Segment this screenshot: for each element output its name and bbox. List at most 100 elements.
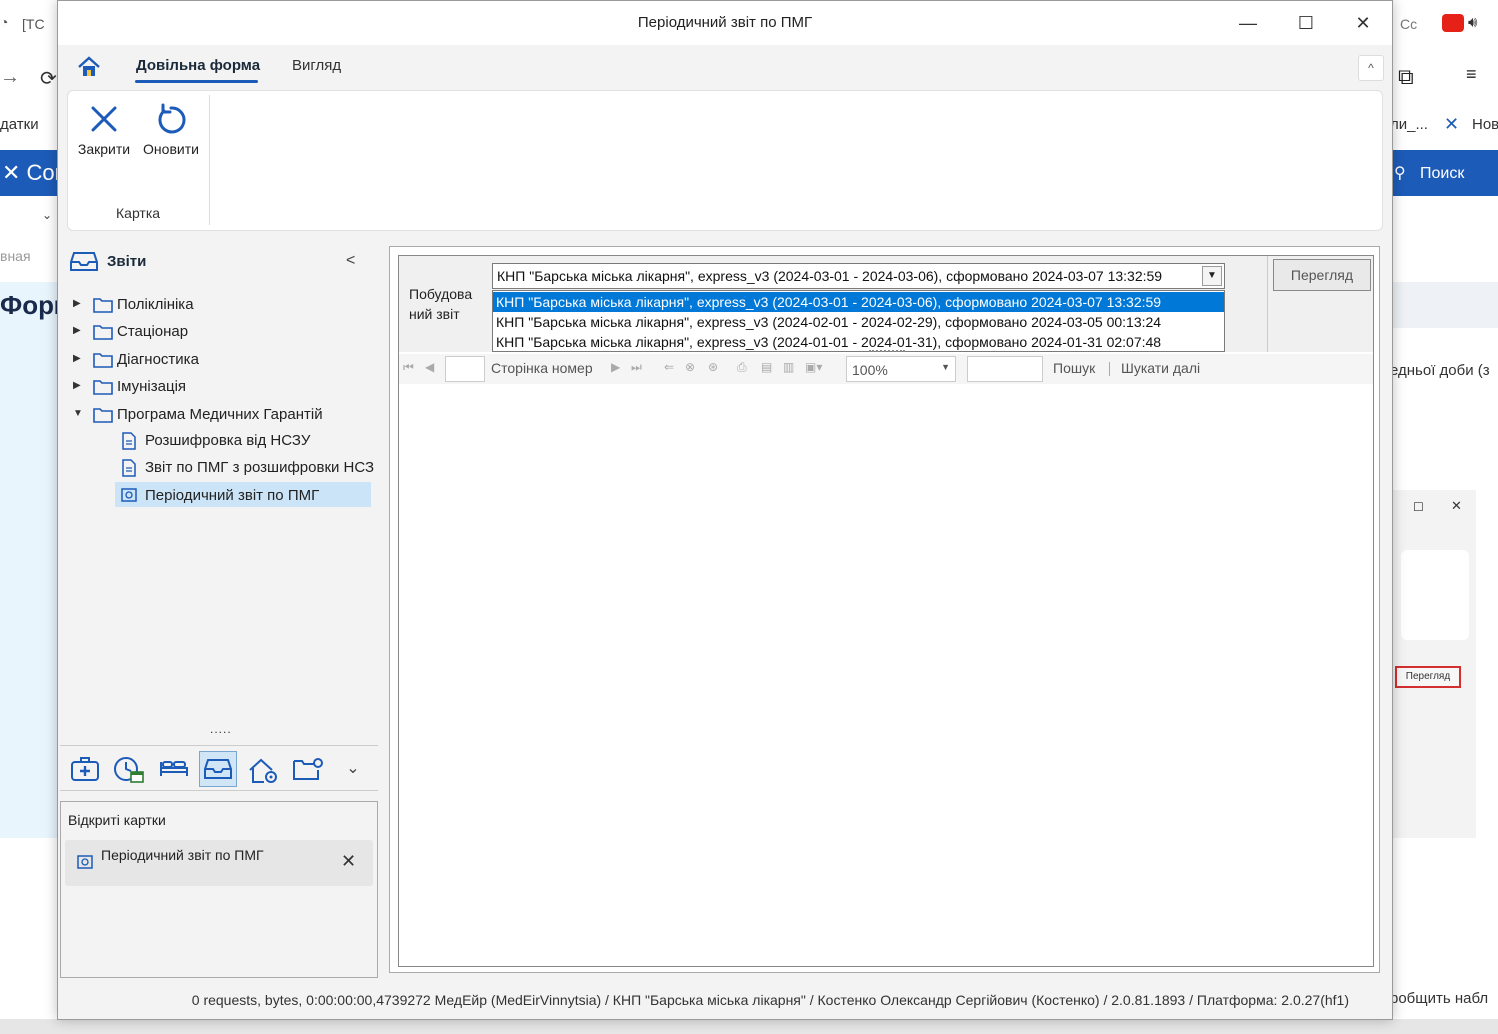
- close-card-button[interactable]: Закрити: [72, 103, 136, 167]
- reports-title: Звіти: [107, 253, 147, 270]
- ribbon-tabs: Довільна форма Вигляд ^: [58, 45, 1392, 89]
- first-page-icon[interactable]: ⏮: [403, 360, 414, 375]
- folder-icon: [93, 325, 113, 340]
- toolbar-divider: [1109, 362, 1110, 376]
- playlist-icon[interactable]: ≡: [1466, 64, 1477, 85]
- status-text: 0 requests, bytes, 0:00:00:00,4739272 Ме…: [191, 992, 1349, 1008]
- module-bar: ⌄: [60, 745, 378, 791]
- chevron-down-icon[interactable]: ⌄: [42, 208, 52, 222]
- browser-tab-title[interactable]: [TC: [22, 16, 45, 32]
- tree-node-label: Поліклініка: [117, 296, 194, 313]
- back-icon[interactable]: ⇐: [664, 360, 674, 374]
- stop-icon[interactable]: ⊗: [685, 360, 695, 374]
- page-number-input[interactable]: [445, 356, 485, 382]
- close-icon: [91, 106, 117, 132]
- view-button[interactable]: Перегляд: [1273, 259, 1371, 291]
- close-card-label: Закрити: [77, 141, 131, 157]
- report-dropdown-list: КНП "Барська міська лікарня", express_v3…: [492, 290, 1225, 352]
- expand-arrow-icon[interactable]: ▶: [73, 353, 83, 364]
- browser-tab-right[interactable]: Cc: [1400, 16, 1417, 32]
- module-home-settings-button[interactable]: [244, 751, 282, 787]
- report-area: Побудова ний звіт КНП "Барська міська лі…: [389, 246, 1380, 973]
- expand-arrow-icon[interactable]: ▶: [73, 298, 83, 309]
- print-icon[interactable]: ⎙: [737, 360, 747, 375]
- bookmark-text-left[interactable]: датки: [0, 116, 39, 133]
- search-button[interactable]: Пошук: [1053, 360, 1095, 376]
- next-page-icon[interactable]: ▶: [611, 360, 620, 374]
- report-window: Періодичний звіт по ПМГ — ☐ ✕ Довільна ф…: [57, 0, 1393, 1020]
- folder-open-icon: [93, 408, 113, 423]
- dropdown-arrow-icon[interactable]: ▼: [1202, 266, 1222, 286]
- reload-icon[interactable]: ⟳: [40, 66, 57, 91]
- dropdown-option[interactable]: КНП "Барська міська лікарня", express_v3…: [493, 332, 1224, 352]
- collapse-arrow-icon[interactable]: ▼: [73, 408, 83, 419]
- expand-arrow-icon[interactable]: ▶: [73, 325, 83, 336]
- report-select-value: КНП "Барська міська лікарня", express_v3…: [497, 268, 1163, 284]
- zoom-value: 100%: [852, 362, 888, 378]
- report-select[interactable]: КНП "Барська міська лікарня", express_v3…: [492, 263, 1225, 289]
- site-search-label[interactable]: Поиск: [1420, 165, 1464, 183]
- ribbon: Закрити Оновити Картка: [67, 90, 1383, 231]
- reports-tray-icon: [204, 759, 232, 779]
- tab-view[interactable]: Вигляд: [292, 57, 341, 74]
- print-layout-icon[interactable]: ▤: [761, 360, 772, 374]
- prev-page-icon[interactable]: ◀: [425, 360, 434, 374]
- site-right-band: [1392, 282, 1498, 328]
- bookmark-text-right2[interactable]: Нов: [1472, 116, 1498, 133]
- refresh-report-icon[interactable]: ⊛: [708, 360, 718, 374]
- folder-icon: [93, 298, 113, 313]
- bookmark-text-right[interactable]: ли_...: [1390, 116, 1428, 133]
- search-input[interactable]: [967, 356, 1043, 382]
- page-setup-icon[interactable]: ▥: [783, 360, 794, 374]
- tab-freeform[interactable]: Довільна форма: [136, 57, 260, 74]
- collapse-panel-button[interactable]: <: [346, 252, 355, 270]
- find-next-button[interactable]: Шукати далі: [1121, 360, 1200, 376]
- search-icon[interactable]: ⚲: [1394, 163, 1406, 183]
- zoom-select[interactable]: 100% ▼: [846, 356, 956, 382]
- close-icon[interactable]: ✕: [341, 851, 356, 872]
- document-icon: [122, 459, 136, 477]
- background-dialog-preview: ☐ ✕ Перегляд: [1392, 490, 1476, 838]
- tree-leaf-label: Періодичний звіт по ПМГ: [145, 487, 320, 504]
- extensions-icon[interactable]: ⧉: [1398, 64, 1414, 90]
- expand-arrow-icon[interactable]: ▶: [73, 380, 83, 391]
- ribbon-separator: [209, 95, 210, 225]
- minimize-button[interactable]: —: [1228, 9, 1268, 37]
- close-button[interactable]: ✕: [1343, 9, 1383, 37]
- module-reports-button[interactable]: [199, 751, 237, 787]
- last-page-icon[interactable]: ⏭: [631, 360, 642, 375]
- speaker-icon[interactable]: 🔊︎: [1468, 14, 1477, 31]
- refresh-button[interactable]: Оновити: [139, 103, 203, 167]
- maximize-button[interactable]: ☐: [1286, 9, 1326, 37]
- home-gear-icon: [249, 758, 277, 783]
- confluence-icon: ✕: [1444, 114, 1460, 134]
- module-schedule-button[interactable]: [110, 751, 148, 787]
- export-icon[interactable]: ▣▾: [805, 360, 822, 374]
- open-card-item[interactable]: Періодичний звіт по ПМГ ✕: [65, 840, 373, 886]
- module-medkit-button[interactable]: [66, 751, 104, 787]
- clock-calendar-icon: [114, 757, 144, 783]
- document-icon: [122, 432, 136, 450]
- dropdown-option[interactable]: КНП "Барська міська лікарня", express_v3…: [493, 312, 1224, 332]
- chevron-down-icon[interactable]: ⌄: [334, 751, 372, 787]
- home-icon[interactable]: [76, 54, 102, 80]
- title-bar[interactable]: Періодичний звіт по ПМГ — ☐ ✕: [58, 1, 1392, 45]
- tree-node-label: Діагностика: [117, 351, 199, 368]
- brand-icon: ✕: [2, 160, 27, 185]
- module-bed-button[interactable]: [155, 751, 193, 787]
- resize-handle[interactable]: .....: [210, 722, 232, 736]
- dropdown-option[interactable]: КНП "Барська міська лікарня", express_v3…: [493, 292, 1224, 312]
- folder-icon: [93, 353, 113, 368]
- folder-gear-icon: [293, 758, 323, 780]
- collapse-ribbon-button[interactable]: ^: [1358, 55, 1384, 81]
- folder-icon: [93, 380, 113, 395]
- tree-node-label: Імунізація: [117, 378, 187, 395]
- browser-tab-icon[interactable]: ◔: [0, 14, 8, 30]
- site-right-text2: робщить набл: [1390, 990, 1489, 1007]
- tree-leaf-label: Розшифровка від НСЗУ: [145, 432, 311, 449]
- module-folder-settings-button[interactable]: [289, 751, 327, 787]
- youtube-icon[interactable]: [1442, 14, 1464, 32]
- site-nav-item[interactable]: вная: [0, 248, 31, 264]
- tree-node-label: Програма Медичних Гарантій: [117, 406, 323, 423]
- forward-icon[interactable]: →: [0, 66, 20, 89]
